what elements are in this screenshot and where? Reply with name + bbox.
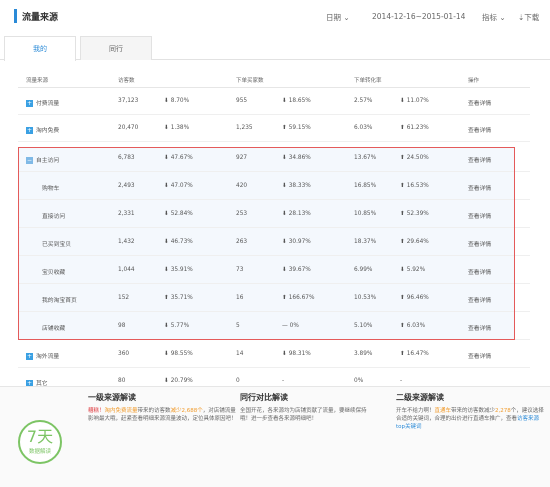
chevron-down-icon: ⌄ xyxy=(343,13,350,22)
row-source-name: 淘内免费 xyxy=(36,128,60,134)
download-button[interactable]: ⇣下载 xyxy=(518,12,539,23)
row-orders: 14 xyxy=(236,351,244,357)
expand-icon[interactable]: + xyxy=(26,353,33,360)
trend-arrow-icon: ⬆ xyxy=(400,125,407,131)
panel-primary-source: 一级来源解读 糟糕！淘内免费流量带来的访客数减少2,688个，对店铺流量影响最大… xyxy=(88,393,237,422)
row-visitors-change: ⬇ 8.70% xyxy=(164,98,190,104)
row-orders: 955 xyxy=(236,98,248,104)
table-header: 流量来源 访客数 下单买家数 下单转化率 操作 xyxy=(18,74,530,88)
row-orders: 1,235 xyxy=(236,125,253,131)
row-orders-change: - xyxy=(282,378,285,384)
row-conversion-change: - xyxy=(400,378,403,384)
panel-peer-compare: 同行对比解读 全国开花，各来源均为店铺贡献了流量，要继续保持哦！进一步查看各来源… xyxy=(240,393,367,422)
row-conversion: 3.89% xyxy=(354,351,373,357)
view-details-link[interactable]: 查看详情 xyxy=(468,125,491,134)
tab-mine[interactable]: 我的 xyxy=(4,36,76,61)
page-title: 流量来源 xyxy=(22,13,59,23)
row-orders: 0 xyxy=(236,378,240,384)
highlight-box xyxy=(18,147,515,340)
header-bar: 流量来源 日期 ⌄ 2014-12-16~2015-01-14 指标 ⌄ ⇣下载 xyxy=(0,0,550,32)
seven-day-badge: 7天 数据解读 xyxy=(18,420,62,464)
view-details-link[interactable]: 查看详情 xyxy=(468,351,491,360)
col-orders: 下单买家数 xyxy=(236,78,264,84)
row-visitors: 80 xyxy=(118,378,126,384)
row-visitors-change: ⬇ 98.55% xyxy=(164,351,193,357)
tab-peers[interactable]: 同行 xyxy=(80,36,152,60)
trend-arrow-icon: ⬆ xyxy=(282,125,289,131)
trend-arrow-icon: ⬇ xyxy=(400,98,407,104)
row-visitors: 360 xyxy=(118,351,130,357)
row-visitors-change: ⬇ 1.38% xyxy=(164,125,190,131)
col-action: 操作 xyxy=(468,78,480,84)
trend-arrow-icon: ⬇ xyxy=(164,351,171,357)
row-source-name: 淘外流量 xyxy=(36,354,60,360)
row-source-name: 付费流量 xyxy=(36,101,60,107)
row-visitors: 20,470 xyxy=(118,125,139,131)
panel-secondary-source: 二级来源解读 开车不给力啊！直通车带来的访客数减少2,278个，建议选择合适的关… xyxy=(396,393,544,430)
expand-icon[interactable]: + xyxy=(26,127,33,134)
row-conversion: 2.57% xyxy=(354,98,373,104)
metric-dropdown[interactable]: 指标 ⌄ xyxy=(482,12,506,23)
view-details-link[interactable]: 查看详情 xyxy=(468,98,491,107)
table-row: + 淘外流量 360 ⬇ 98.55% 14 ⬇ 98.31% 3.89% ⬆ 16.47% 查… xyxy=(18,342,530,368)
row-conversion-change: ⬆ 16.47% xyxy=(400,351,429,357)
table-row: + 付费流量 37,123 ⬇ 8.70% 955 ⬇ 18.65% 2.57% ⬇ 11.0… xyxy=(18,89,530,115)
trend-arrow-icon: ⬇ xyxy=(164,378,171,384)
col-conversion: 下单转化率 xyxy=(354,78,382,84)
row-orders-change: ⬆ 59.15% xyxy=(282,125,311,131)
row-conversion-change: ⬆ 61.23% xyxy=(400,125,429,131)
row-conversion: 0% xyxy=(354,378,364,384)
row-visitors: 37,123 xyxy=(118,98,139,104)
trend-arrow-icon: ⬇ xyxy=(282,98,289,104)
chevron-down-icon: ⌄ xyxy=(499,13,506,22)
date-dropdown[interactable]: 日期 ⌄ xyxy=(326,12,350,23)
trend-arrow-icon: ⬇ xyxy=(164,125,171,131)
trend-arrow-icon: ⬇ xyxy=(282,351,289,357)
col-visitors: 访客数 xyxy=(118,78,135,84)
tab-bar: 我的 同行 xyxy=(0,32,550,61)
title-accent xyxy=(14,9,17,23)
date-range[interactable]: 2014-12-16~2015-01-14 xyxy=(372,12,465,21)
row-orders-change: ⬇ 98.31% xyxy=(282,351,311,357)
expand-icon[interactable]: + xyxy=(26,100,33,107)
row-conversion-change: ⬇ 11.07% xyxy=(400,98,429,104)
col-source: 流量来源 xyxy=(26,78,49,84)
trend-arrow-icon: ⬆ xyxy=(400,351,407,357)
trend-arrow-icon: ⬇ xyxy=(164,98,171,104)
table-row: + 淘内免费 20,470 ⬇ 1.38% 1,235 ⬆ 59.15% 6.03% ⬆ 61… xyxy=(18,116,530,142)
row-orders-change: ⬇ 18.65% xyxy=(282,98,311,104)
row-conversion: 6.03% xyxy=(354,125,373,131)
row-visitors-change: ⬇ 20.79% xyxy=(164,378,193,384)
